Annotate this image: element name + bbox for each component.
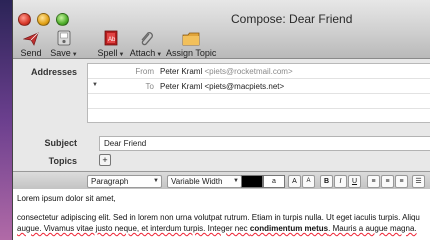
- underline-button[interactable]: U: [348, 175, 361, 188]
- send-button[interactable]: Send: [19, 28, 43, 58]
- attach-label: Attach: [129, 48, 156, 58]
- send-icon: [19, 28, 43, 46]
- align-right-icon: ≡: [399, 178, 404, 185]
- chevron-down-icon: ▼: [233, 178, 239, 184]
- addresses-label: Addresses: [30, 67, 77, 77]
- list-button[interactable]: ☰: [412, 175, 425, 188]
- text-color-swatch[interactable]: [241, 175, 263, 188]
- chevron-down-icon: ▼: [71, 52, 78, 58]
- italic-button[interactable]: I: [334, 175, 347, 188]
- align-center-button[interactable]: ≡: [381, 175, 394, 188]
- subject-value: Dear Friend: [104, 139, 147, 148]
- title-bar: Compose: Dear Friend Send Save▼ Ab Spell…: [13, 0, 430, 59]
- topic-folder-icon: [166, 28, 216, 46]
- format-bar: Paragraph ▼ Variable Width ▼ a A A B I U ≡…: [13, 171, 430, 190]
- send-label: Send: [20, 48, 42, 58]
- paragraph-style-value: Paragraph: [91, 177, 129, 186]
- align-left-button[interactable]: ≡: [367, 175, 380, 188]
- chevron-down-icon: ▼: [153, 178, 159, 184]
- align-left-icon: ≡: [371, 178, 376, 185]
- subject-label: Subject: [44, 138, 77, 148]
- align-right-button[interactable]: ≡: [395, 175, 408, 188]
- assign-topic-label: Assign Topic: [166, 48, 217, 58]
- compose-window: Compose: Dear Friend Send Save▼ Ab Spell…: [12, 0, 430, 240]
- from-email: <piets@rocketmail.com>: [204, 67, 293, 76]
- spell-label: Spell: [97, 48, 118, 58]
- empty-address-row[interactable]: [88, 94, 430, 109]
- add-topic-button[interactable]: +: [99, 154, 111, 166]
- save-button[interactable]: Save▼: [49, 28, 79, 58]
- close-button[interactable]: [18, 13, 31, 26]
- bold-button[interactable]: B: [320, 175, 333, 188]
- font-smaller-button[interactable]: A: [302, 175, 315, 188]
- font-width-value: Variable Width: [171, 177, 223, 186]
- svg-text:Ab: Ab: [108, 37, 116, 43]
- save-label: Save: [50, 48, 71, 58]
- body-line-3a: augue. Vivamus vitae justo neque, et int…: [17, 224, 250, 233]
- attach-button[interactable]: Attach▼: [129, 28, 163, 58]
- background-color-swatch[interactable]: a: [263, 175, 285, 188]
- color-a-label: a: [272, 178, 276, 185]
- spell-button[interactable]: Ab Spell▼: [97, 28, 125, 58]
- window-title: Compose: Dear Friend: [231, 12, 353, 26]
- paperclip-icon: [129, 28, 163, 46]
- font-bigger-button[interactable]: A: [288, 175, 301, 188]
- font-width-select[interactable]: Variable Width ▼: [167, 175, 242, 188]
- minimize-button[interactable]: [37, 13, 50, 26]
- zoom-button[interactable]: [56, 13, 69, 26]
- chevron-down-icon: ▼: [118, 52, 125, 58]
- to-value: Peter Kraml <piets@macpiets.net>: [160, 82, 285, 91]
- to-label: To: [145, 82, 154, 91]
- topics-label: Topics: [48, 156, 77, 166]
- from-name: Peter Kraml: [160, 67, 203, 76]
- list-icon: ☰: [415, 178, 422, 185]
- plus-icon: +: [102, 155, 108, 165]
- body-line-3: augue. Vivamus vitae justo neque, et int…: [13, 223, 430, 234]
- window-controls: [18, 13, 69, 26]
- message-headers: Addresses From Peter Kraml <piets@rocket…: [13, 59, 430, 170]
- body-line-2: consectetur adipiscing elit. Sed in lore…: [17, 213, 420, 222]
- from-label: From: [135, 67, 154, 76]
- assign-topic-button[interactable]: Assign Topic: [166, 28, 216, 58]
- body-line-3-bold: condimentum metus: [249, 224, 329, 233]
- subject-field[interactable]: Dear Friend: [99, 136, 430, 151]
- address-list: From Peter Kraml <piets@rocketmail.com> …: [87, 63, 430, 123]
- align-center-icon: ≡: [385, 178, 390, 185]
- spellcheck-icon: Ab: [97, 28, 125, 46]
- chevron-down-icon: ▼: [156, 52, 163, 58]
- save-icon: [49, 28, 79, 46]
- from-row[interactable]: From Peter Kraml <piets@rocketmail.com>: [88, 64, 430, 79]
- body-line-3c: . Mauris a augue magna.: [328, 224, 417, 233]
- to-row[interactable]: ▼ To Peter Kraml <piets@macpiets.net>: [88, 79, 430, 94]
- body-line-1: Lorem ipsum dolor sit amet,: [17, 194, 116, 203]
- message-body[interactable]: Lorem ipsum dolor sit amet, consectetur …: [13, 189, 430, 240]
- paragraph-style-select[interactable]: Paragraph ▼: [87, 175, 162, 188]
